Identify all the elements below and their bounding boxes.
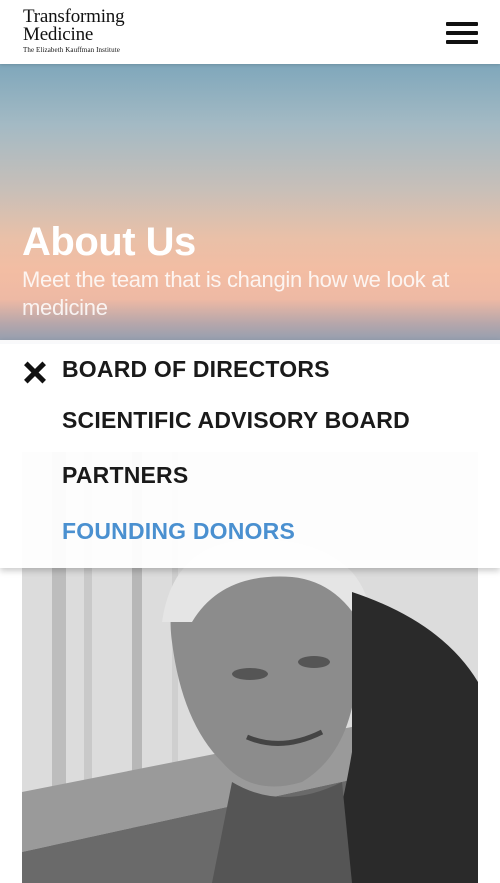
logo-subtitle: The Elizabeth Kauffman Institute [23, 46, 120, 54]
menu-item-scientific-advisory-board[interactable]: SCIENTIFIC ADVISORY BOARD [62, 407, 410, 434]
menu-item-founding-donors[interactable]: FOUNDING DONORS [62, 518, 295, 545]
hamburger-bar [446, 40, 478, 44]
menu-item-partners[interactable]: PARTNERS [62, 462, 188, 489]
close-icon[interactable] [24, 361, 46, 384]
hero-banner: About Us Meet the team that is changin h… [0, 64, 500, 344]
hamburger-bar [446, 31, 478, 35]
page-subtitle: Meet the team that is changin how we loo… [22, 267, 450, 320]
logo-line-2: Medicine [23, 24, 94, 45]
page-title: About Us [22, 220, 196, 264]
hamburger-bar [446, 22, 478, 26]
about-submenu: BOARD OF DIRECTORS SCIENTIFIC ADVISORY B… [0, 340, 500, 568]
menu-item-board-of-directors[interactable]: BOARD OF DIRECTORS [62, 356, 330, 383]
logo[interactable]: Transforming Medicine The Elizabeth Kauf… [23, 7, 125, 55]
hamburger-menu-icon[interactable] [446, 22, 478, 44]
site-header: Transforming Medicine The Elizabeth Kauf… [0, 0, 500, 64]
